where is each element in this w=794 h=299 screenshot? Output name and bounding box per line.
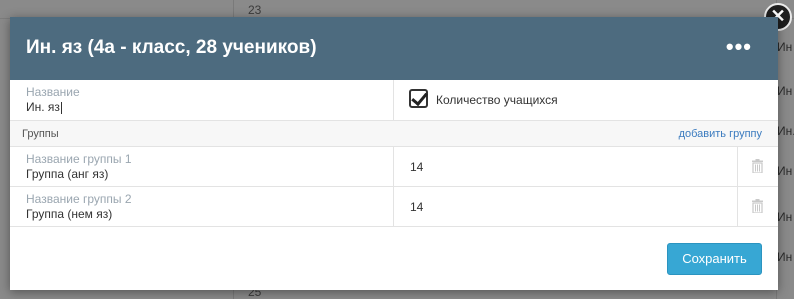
name-input[interactable]: Ин. яз bbox=[26, 100, 62, 114]
group-row: Название группы 2 Группа (нем яз) 14 bbox=[10, 187, 778, 227]
edit-subject-modal: Ин. яз (4а - класс, 28 учеников) ••• Наз… bbox=[10, 17, 778, 290]
bg-side-label: Ин bbox=[777, 250, 793, 264]
count-checkbox-label: Количество учащихся bbox=[436, 93, 558, 107]
bg-side-label: Ин bbox=[777, 164, 793, 178]
group-name-input[interactable]: Группа (нем яз) bbox=[26, 207, 112, 221]
group-count-cell[interactable]: 14 bbox=[394, 187, 738, 226]
bg-side-label: Ин bbox=[777, 84, 793, 98]
add-group-link[interactable]: добавить группу bbox=[679, 128, 762, 140]
group-name-cell[interactable]: Название группы 2 Группа (нем яз) bbox=[10, 187, 394, 226]
group-count-cell[interactable]: 14 bbox=[394, 147, 738, 186]
bg-side-label: Ин. bbox=[777, 124, 794, 138]
modal-title: Ин. яз (4а - класс, 28 учеников) bbox=[26, 37, 317, 58]
groups-header: Группы добавить группу bbox=[10, 121, 778, 147]
save-button[interactable]: Сохранить bbox=[667, 243, 762, 275]
name-label: Название bbox=[26, 85, 80, 99]
groups-title: Группы bbox=[22, 128, 59, 140]
group-name-label: Название группы 1 bbox=[26, 152, 132, 166]
modal-header: Ин. яз (4а - класс, 28 учеников) ••• bbox=[10, 17, 778, 80]
bg-side-label: Ин bbox=[777, 40, 793, 54]
group-name-cell[interactable]: Название группы 1 Группа (анг яз) bbox=[10, 147, 394, 186]
trash-icon[interactable] bbox=[752, 199, 763, 213]
modal-footer: Сохранить bbox=[10, 227, 778, 290]
group-row: Название группы 1 Группа (анг яз) 14 bbox=[10, 147, 778, 187]
group-count-input[interactable]: 14 bbox=[410, 200, 423, 214]
more-dots-icon[interactable]: ••• bbox=[726, 34, 752, 60]
group-count-input[interactable]: 14 bbox=[410, 160, 423, 174]
bg-side-label: Ин bbox=[777, 210, 793, 224]
group-name-label: Название группы 2 bbox=[26, 192, 132, 206]
subject-name-row: Название Ин. яз Количество учащихся bbox=[10, 80, 778, 121]
bg-day-number: 23 bbox=[248, 3, 262, 17]
name-cell[interactable]: Название Ин. яз bbox=[10, 80, 394, 120]
trash-icon[interactable] bbox=[752, 159, 763, 173]
count-checkbox[interactable] bbox=[409, 89, 428, 108]
group-name-input[interactable]: Группа (анг яз) bbox=[26, 167, 108, 181]
